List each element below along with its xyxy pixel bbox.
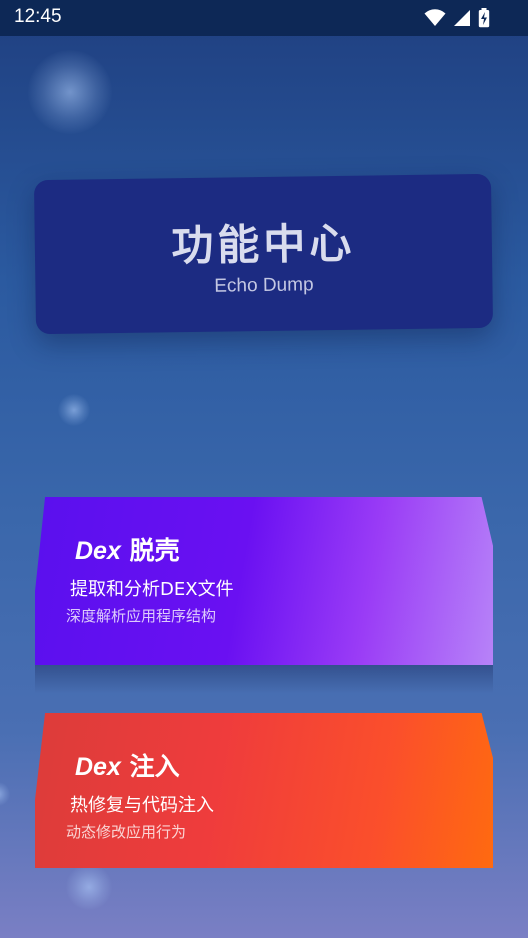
app-name: Echo Dump — [214, 274, 314, 297]
card-subtitle: 热修复与代码注入 — [70, 795, 214, 816]
battery-charging-icon — [478, 8, 490, 28]
card-title-cn: 脱壳 — [129, 536, 180, 565]
app-screen: 12:45 功能中心 Echo Dump Dex 脱壳 提取和分析DEX文件 深… — [0, 0, 528, 938]
card-title: Dex 脱壳 — [75, 531, 180, 567]
card-subtitle: 提取和分析DEX文件 — [70, 579, 234, 600]
wifi-icon — [424, 9, 446, 26]
card-title-cn: 注入 — [129, 752, 180, 781]
decorative-bubble — [58, 394, 90, 426]
decorative-bubble — [66, 864, 112, 910]
card-title-en: Dex — [75, 753, 121, 781]
status-time: 12:45 — [14, 6, 62, 27]
status-bar: 12:45 — [0, 0, 528, 36]
header-card: 功能中心 Echo Dump — [33, 173, 494, 335]
card-title: Dex 注入 — [75, 747, 180, 783]
card-description: 动态修改应用行为 — [66, 823, 187, 841]
card-title-en: Dex — [75, 537, 121, 565]
card-shadow — [35, 665, 493, 693]
page-title: 功能中心 — [171, 218, 356, 271]
status-icons — [417, 8, 490, 28]
card-description: 深度解析应用程序结构 — [66, 607, 217, 625]
dex-inject-card[interactable]: Dex 注入 热修复与代码注入 动态修改应用行为 — [35, 713, 493, 868]
signal-icon — [454, 10, 470, 26]
decorative-bubble — [28, 50, 112, 134]
dex-unpack-card[interactable]: Dex 脱壳 提取和分析DEX文件 深度解析应用程序结构 — [35, 497, 493, 665]
decorative-bubble — [0, 782, 10, 806]
